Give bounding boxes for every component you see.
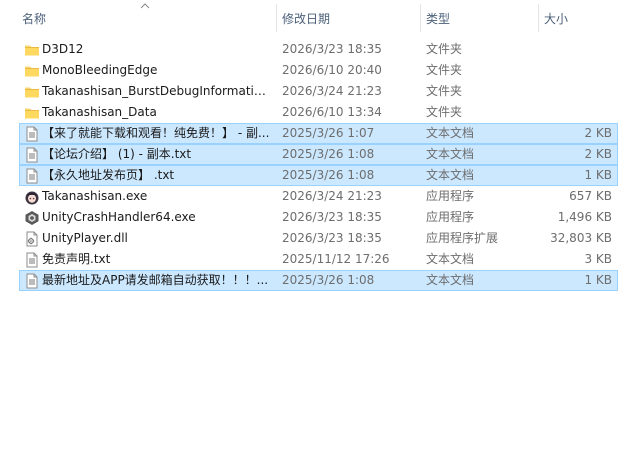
file-size: 2 KB xyxy=(584,147,612,161)
folder-icon xyxy=(24,42,40,58)
file-row[interactable]: D3D12 2026/3/23 18:35 文件夹 xyxy=(19,39,618,60)
file-modified-date: 2025/3/26 1:08 xyxy=(282,147,375,161)
folder-icon xyxy=(24,84,40,100)
file-name: Takanashisan.exe xyxy=(42,189,148,203)
file-modified-date: 2025/3/26 1:08 xyxy=(282,273,375,287)
file-row[interactable]: Takanashisan.exe 2026/3/24 21:23 应用程序 657 K… xyxy=(19,186,618,207)
file-modified-date: 2025/11/12 17:26 xyxy=(282,252,390,266)
column-header-name[interactable]: 名称 xyxy=(16,0,276,36)
file-modified-date: 2025/3/26 1:08 xyxy=(282,168,375,182)
file-size xyxy=(530,103,612,122)
text-file-icon xyxy=(24,126,40,142)
file-row[interactable]: UnityCrashHandler64.exe 2026/3/23 18:35 应用… xyxy=(19,207,618,228)
column-header-bar: 名称 修改日期 类型 大小 xyxy=(0,0,622,36)
file-size: 2 KB xyxy=(584,126,612,140)
column-header-type[interactable]: 类型 xyxy=(420,0,538,36)
file-size xyxy=(530,61,612,80)
file-row[interactable]: MonoBleedingEdge 2026/6/10 20:40 文件夹 xyxy=(19,60,618,81)
file-size xyxy=(530,40,612,59)
file-row[interactable]: 【论坛介绍】 (1) - 副本.txt 2025/3/26 1:08 文本文档 2 K… xyxy=(19,144,618,165)
file-row[interactable]: 最新地址及APP请发邮箱自动获取！！！... 2025/3/26 1:08 文本文档… xyxy=(19,270,618,291)
file-modified-date: 2025/3/26 1:07 xyxy=(282,126,375,140)
file-name: 【来了就能下载和观看！纯免费！】 - 副... xyxy=(42,126,270,140)
file-type: 应用程序扩展 xyxy=(426,231,499,245)
file-row[interactable]: Takanashisan_Data 2026/6/10 13:34 文件夹 xyxy=(19,102,618,123)
unity-icon xyxy=(24,210,40,226)
file-type: 文本文档 xyxy=(426,168,475,182)
file-size: 1,496 KB xyxy=(557,210,612,224)
file-name: Takanashisan_Data xyxy=(42,105,157,119)
file-row[interactable]: 【来了就能下载和观看！纯免费！】 - 副... 2025/3/26 1:07 文本文… xyxy=(19,123,618,144)
folder-icon xyxy=(24,105,40,121)
file-type: 文本文档 xyxy=(426,126,475,140)
file-name: D3D12 xyxy=(42,42,84,56)
text-file-icon xyxy=(24,273,40,289)
text-file-icon xyxy=(24,252,40,268)
file-row[interactable]: UnityPlayer.dll 2026/3/23 18:35 应用程序扩展 32,8… xyxy=(19,228,618,249)
dll-icon xyxy=(24,231,40,247)
file-name: UnityPlayer.dll xyxy=(42,231,128,245)
file-size: 1 KB xyxy=(584,168,612,182)
file-type: 应用程序 xyxy=(426,189,475,203)
app-character-icon xyxy=(24,189,40,205)
file-modified-date: 2026/3/24 21:23 xyxy=(282,189,382,203)
file-name: Takanashisan_BurstDebugInformatio... xyxy=(42,84,272,98)
file-modified-date: 2026/3/23 18:35 xyxy=(282,210,382,224)
text-file-icon xyxy=(24,168,40,184)
file-size: 3 KB xyxy=(584,252,612,266)
file-name: 【永久地址发布页】 .txt xyxy=(42,168,175,182)
file-row[interactable]: 免责声明.txt 2025/11/12 17:26 文本文档 3 KB xyxy=(19,249,618,270)
file-row[interactable]: 【永久地址发布页】 .txt 2025/3/26 1:08 文本文档 1 KB xyxy=(19,165,618,186)
file-row[interactable]: Takanashisan_BurstDebugInformatio... 2026… xyxy=(19,81,618,102)
folder-icon xyxy=(24,63,40,79)
text-file-icon xyxy=(24,147,40,163)
file-type: 文本文档 xyxy=(426,273,475,287)
file-size xyxy=(530,82,612,101)
file-size: 1 KB xyxy=(584,273,612,287)
file-modified-date: 2026/6/10 13:34 xyxy=(282,105,382,119)
file-name: 最新地址及APP请发邮箱自动获取！！！... xyxy=(42,273,269,287)
file-type: 文本文档 xyxy=(426,252,475,266)
file-modified-date: 2026/3/23 18:35 xyxy=(282,42,382,56)
file-type: 文本文档 xyxy=(426,147,475,161)
column-header-date[interactable]: 修改日期 xyxy=(276,0,420,36)
file-type: 文件夹 xyxy=(426,42,463,56)
file-type: 文件夹 xyxy=(426,105,463,119)
column-header-size[interactable]: 大小 xyxy=(538,0,622,36)
file-name: 免责声明.txt xyxy=(42,252,111,266)
file-modified-date: 2026/3/24 21:23 xyxy=(282,84,382,98)
file-modified-date: 2026/6/10 20:40 xyxy=(282,63,382,77)
file-name: UnityCrashHandler64.exe xyxy=(42,210,196,224)
file-type: 文件夹 xyxy=(426,84,463,98)
file-size: 32,803 KB xyxy=(550,231,612,245)
file-modified-date: 2026/3/23 18:35 xyxy=(282,231,382,245)
file-size: 657 KB xyxy=(569,189,612,203)
file-type: 文件夹 xyxy=(426,63,463,77)
file-name: 【论坛介绍】 (1) - 副本.txt xyxy=(42,147,192,161)
file-name: MonoBleedingEdge xyxy=(42,63,158,77)
file-type: 应用程序 xyxy=(426,210,475,224)
